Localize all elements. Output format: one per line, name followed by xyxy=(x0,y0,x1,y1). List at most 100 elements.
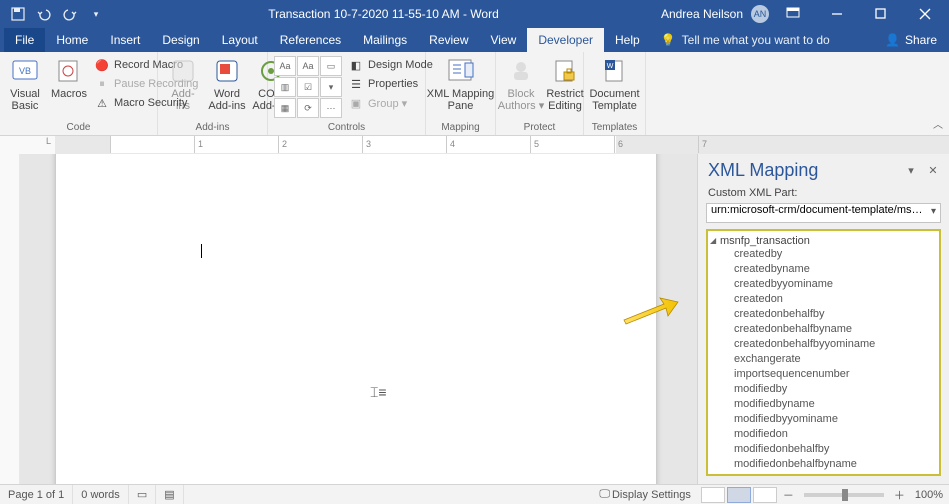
tab-references[interactable]: References xyxy=(269,28,352,52)
tab-help[interactable]: Help xyxy=(604,28,651,52)
tree-item[interactable]: createdonbehalfbyyominame xyxy=(710,337,937,352)
xml-mapping-label: XML Mapping Pane xyxy=(427,88,494,112)
macros-button[interactable]: Macros xyxy=(48,54,90,102)
tell-me[interactable]: 💡 Tell me what you want to do xyxy=(651,28,840,52)
document-template-button[interactable]: WDocument Template xyxy=(588,54,641,114)
tree-item[interactable]: modifiedonbehalfbyname xyxy=(710,457,937,472)
tree-item[interactable]: modifiedbyname xyxy=(710,397,937,412)
tab-mailings[interactable]: Mailings xyxy=(352,28,418,52)
ruler-mark: 6 xyxy=(614,136,623,153)
redo-icon[interactable] xyxy=(60,4,80,24)
view-web-button[interactable] xyxy=(753,487,777,503)
xml-tree[interactable]: msnfp_transaction createdbycreatedbyname… xyxy=(706,229,941,476)
save-icon[interactable] xyxy=(8,4,28,24)
share-button[interactable]: 👤 Share xyxy=(873,28,949,52)
control-legacy[interactable]: ⋯ xyxy=(320,98,342,118)
macros-label: Macros xyxy=(51,88,87,100)
block-authors-icon xyxy=(506,56,536,86)
tree-item[interactable]: importsequencenumber xyxy=(710,367,937,382)
tree-item[interactable]: modifiedon xyxy=(710,427,937,442)
user-avatar[interactable]: AN xyxy=(751,5,769,23)
ruler-mark xyxy=(110,136,114,153)
ribbon-tabs: File Home Insert Design Layout Reference… xyxy=(0,28,949,52)
status-macros-icon[interactable]: ▤ xyxy=(156,485,183,504)
word-addins-button[interactable]: Word Add-ins xyxy=(206,54,248,114)
tab-layout[interactable]: Layout xyxy=(211,28,269,52)
addins-icon xyxy=(168,56,198,86)
control-plaintext[interactable]: Aa xyxy=(297,56,319,76)
lightbulb-icon: 💡 xyxy=(661,33,676,47)
svg-text:W: W xyxy=(606,63,613,70)
pane-options-icon[interactable]: ▾ xyxy=(903,163,919,179)
tree-item[interactable]: createdbyyominame xyxy=(710,277,937,292)
tree-root[interactable]: msnfp_transaction xyxy=(710,235,937,247)
tab-view[interactable]: View xyxy=(480,28,528,52)
control-dropdown[interactable]: ▾ xyxy=(320,77,342,97)
undo-icon[interactable] xyxy=(34,4,54,24)
pane-close-icon[interactable]: ✕ xyxy=(925,163,941,179)
document-view[interactable]: ⌶≡ xyxy=(20,154,697,484)
visual-basic-button[interactable]: VB Visual Basic xyxy=(4,54,46,114)
zoom-slider[interactable] xyxy=(804,493,884,497)
design-mode-button[interactable]: ◧Design Mode xyxy=(346,56,435,74)
ribbon-options-icon[interactable] xyxy=(773,0,813,28)
custom-xml-part-select[interactable]: urn:microsoft-crm/document-template/msnf… xyxy=(706,203,941,223)
restrict-editing-button[interactable]: Restrict Editing xyxy=(544,54,586,114)
collapse-ribbon-icon[interactable]: ︿ xyxy=(933,116,943,131)
properties-icon: ☰ xyxy=(348,76,364,92)
word-addins-icon xyxy=(212,56,242,86)
status-bar: Page 1 of 1 0 words ▭ ▤ 🖵 Display Settin… xyxy=(0,484,949,504)
view-read-button[interactable] xyxy=(701,487,725,503)
display-settings-label[interactable]: Display Settings xyxy=(612,489,691,501)
tab-design[interactable]: Design xyxy=(151,28,210,52)
tree-item[interactable]: createdby xyxy=(710,247,937,262)
control-combo[interactable]: ▥ xyxy=(274,77,296,97)
pane-subtitle: Custom XML Part: xyxy=(698,185,949,201)
tree-item[interactable]: createdon xyxy=(710,292,937,307)
properties-button[interactable]: ☰Properties xyxy=(346,75,435,93)
zoom-out-button[interactable]: － xyxy=(779,487,798,503)
tree-item[interactable]: createdonbehalfby xyxy=(710,307,937,322)
tab-review[interactable]: Review xyxy=(418,28,479,52)
visual-basic-icon: VB xyxy=(10,56,40,86)
share-icon: 👤 xyxy=(885,33,900,47)
tree-item[interactable]: createdonbehalfbyname xyxy=(710,322,937,337)
addins-button[interactable]: Add- ins xyxy=(162,54,204,114)
view-print-button[interactable] xyxy=(727,487,751,503)
design-mode-icon: ◧ xyxy=(348,57,364,73)
zoom-level[interactable]: 100% xyxy=(915,489,943,501)
status-page[interactable]: Page 1 of 1 xyxy=(0,485,73,504)
tab-home[interactable]: Home xyxy=(45,28,99,52)
controls-gallery[interactable]: Aa Aa ▭ ▥ ☑ ▾ ▦ ⟳ ⋯ xyxy=(274,56,342,118)
tab-insert[interactable]: Insert xyxy=(99,28,151,52)
control-checkbox[interactable]: ☑ xyxy=(297,77,319,97)
maximize-button[interactable] xyxy=(861,0,901,28)
ruler-mark: 5 xyxy=(530,136,539,153)
control-date[interactable]: ▦ xyxy=(274,98,296,118)
zoom-in-button[interactable]: ＋ xyxy=(890,487,909,503)
minimize-button[interactable] xyxy=(817,0,857,28)
status-words[interactable]: 0 words xyxy=(73,485,129,504)
tree-item[interactable]: modifiedonbehalfby xyxy=(710,442,937,457)
tab-file[interactable]: File xyxy=(4,28,45,52)
tree-item[interactable]: modifiedonbehalfbyyominame xyxy=(710,472,937,476)
tree-item[interactable]: exchangerate xyxy=(710,352,937,367)
text-cursor xyxy=(201,244,202,258)
group-button: ▣Group ▾ xyxy=(346,94,435,112)
qat-customize-icon[interactable]: ▾ xyxy=(86,4,106,24)
page[interactable] xyxy=(56,154,656,484)
status-spellcheck-icon[interactable]: ▭ xyxy=(129,485,156,504)
control-picture[interactable]: ▭ xyxy=(320,56,342,76)
xml-mapping-icon xyxy=(446,56,476,86)
control-repeat[interactable]: ⟳ xyxy=(297,98,319,118)
macros-icon xyxy=(54,56,84,86)
display-settings-icon[interactable]: 🖵 xyxy=(599,488,610,501)
block-authors-button[interactable]: Block Authors ▾ xyxy=(500,54,542,114)
close-button[interactable] xyxy=(905,0,945,28)
tree-item[interactable]: modifiedby xyxy=(710,382,937,397)
tree-item[interactable]: createdbyname xyxy=(710,262,937,277)
tree-item[interactable]: modifiedbyyominame xyxy=(710,412,937,427)
control-richtext[interactable]: Aa xyxy=(274,56,296,76)
xml-mapping-pane-button[interactable]: XML Mapping Pane xyxy=(430,54,491,114)
tab-developer[interactable]: Developer xyxy=(527,28,604,52)
